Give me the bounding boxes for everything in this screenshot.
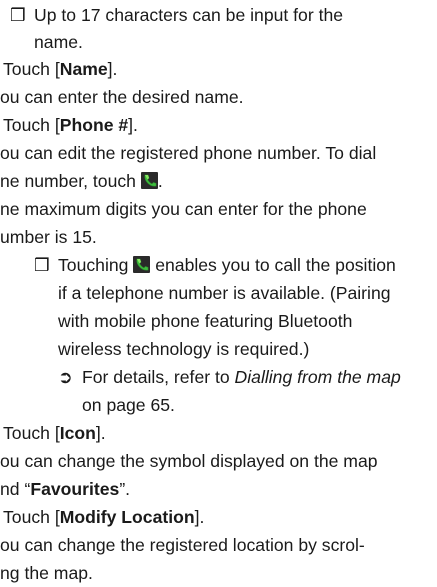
note-text-line: wireless technology is required.) (58, 339, 310, 359)
reference-line: For details, refer to Dialling from the … (82, 367, 401, 387)
phone-description-line: ne number, touch . (0, 171, 163, 191)
phone-icon (140, 172, 158, 189)
phone-description-line: ou can edit the registered phone number.… (0, 143, 377, 163)
reference-link: Dialling from the map (234, 367, 401, 387)
arrow-icon: ➲ (58, 368, 73, 388)
name-description: ou can enter the desired name. (0, 87, 244, 107)
step-phone: Touch [Phone #]. (3, 115, 138, 135)
icon-description-line: nd “Favourites”. (0, 479, 131, 499)
note-text-line: if a telephone number is available. (Pai… (58, 283, 391, 303)
phone-icon (133, 256, 151, 273)
step-name: Touch [Name]. (3, 59, 118, 79)
note-text-line: name. (34, 32, 83, 52)
icon-description-line: ou can change the symbol displayed on th… (0, 451, 378, 471)
note-text-line: with mobile phone featuring Bluetooth (58, 311, 353, 331)
modify-description-line: ng the map. (0, 563, 93, 583)
note-text-line: Up to 17 characters can be input for the (34, 5, 344, 25)
note-bullet: ❒ (10, 6, 26, 26)
reference-line: on page 65. (82, 395, 175, 415)
step-modify-location: Touch [Modify Location]. (3, 507, 205, 527)
modify-description-line: ou can change the registered location by… (0, 535, 365, 555)
note-text-line: Touching enables you to call the positio… (58, 255, 396, 275)
max-digits-line: ne maximum digits you can enter for the … (0, 199, 367, 219)
note-bullet: ❒ (34, 256, 50, 276)
max-digits-line: umber is 15. (0, 227, 97, 247)
step-icon: Touch [Icon]. (3, 423, 106, 443)
